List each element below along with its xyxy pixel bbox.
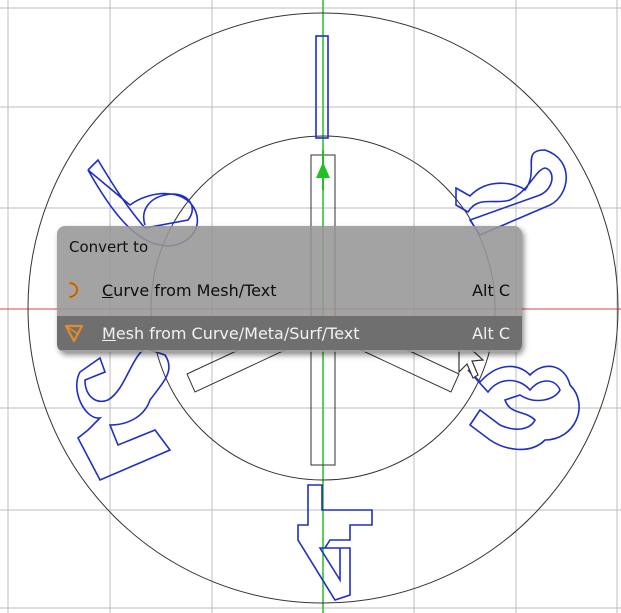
menu-item-label: Mesh from Curve/Meta/Surf/Text [102,323,360,343]
menu-item-curve-from-mesh-text[interactable]: Curve from Mesh/Text Alt C [57,274,522,306]
menu-item-label: Curve from Mesh/Text [102,280,277,300]
menu-item-shortcut: Alt C [472,323,510,343]
numeral-1[interactable] [315,35,329,139]
mesh-icon [64,324,84,343]
origin-arrow-icon [316,150,330,190]
numeral-5[interactable] [75,347,172,482]
menu-item-mesh-from-curve[interactable]: Mesh from Curve/Meta/Surf/Text Alt C [57,316,522,350]
menu-title: Convert to [69,238,149,256]
convert-to-menu: Convert to Curve from Mesh/Text Alt C Me… [57,226,522,352]
menu-item-shortcut: Alt C [472,280,510,300]
numeral-4[interactable] [297,484,373,601]
curve-icon [68,281,79,299]
